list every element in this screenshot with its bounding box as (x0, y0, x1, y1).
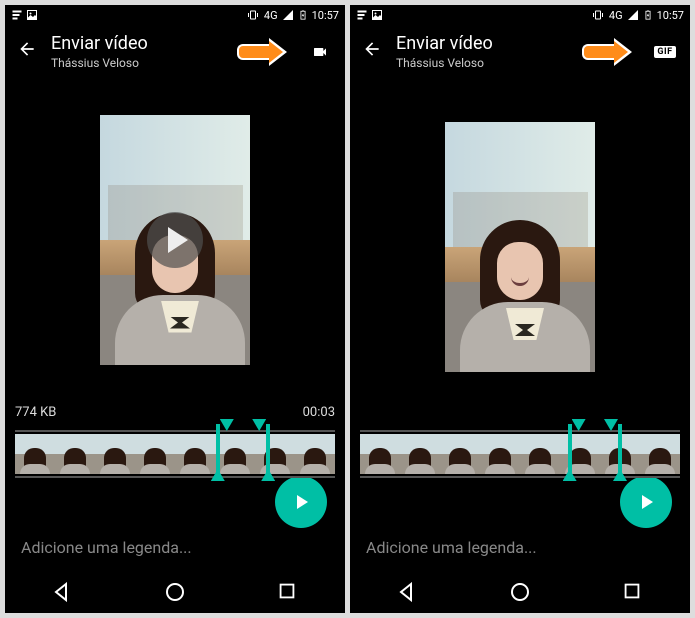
vibrate-icon (246, 9, 260, 21)
recipient-name: Thássius Veloso (51, 56, 223, 70)
nav-recents[interactable] (621, 580, 645, 604)
timeline-thumb[interactable] (295, 434, 335, 474)
page-title: Enviar vídeo (51, 33, 223, 54)
tutorial-pointer-arrow (582, 39, 634, 65)
back-button[interactable] (362, 39, 382, 64)
network-label: 4G (264, 9, 278, 22)
video-mode-toggle[interactable] (307, 43, 333, 61)
header: Enviar vídeo Thássius Veloso GIF (350, 25, 690, 78)
caption-input[interactable]: Adicione uma legenda... (350, 528, 690, 571)
timeline-thumb[interactable] (55, 434, 95, 474)
timeline-thumb[interactable] (15, 434, 55, 474)
signal-icon (627, 9, 639, 21)
android-nav-bar (350, 571, 690, 613)
send-button[interactable] (620, 476, 672, 528)
duration: 00:03 (303, 405, 335, 420)
caption-input[interactable]: Adicione uma legenda... (5, 528, 345, 571)
status-bar: 4G 10:57 (5, 5, 345, 25)
phone-left: 4G 10:57 Enviar vídeo Thássius Veloso (5, 5, 345, 613)
video-preview[interactable] (350, 78, 690, 416)
gif-mode-toggle[interactable]: GIF (652, 43, 678, 61)
header: Enviar vídeo Thássius Veloso (5, 25, 345, 78)
tutorial-pointer-arrow (237, 39, 289, 65)
send-button[interactable] (275, 476, 327, 528)
phone-right: 4G 10:57 Enviar vídeo Thássius Veloso GI… (350, 5, 690, 613)
image-notification-icon (26, 9, 38, 21)
timeline-thumb[interactable] (255, 434, 295, 474)
file-size: 774 KB (15, 405, 56, 420)
notification-icon (11, 9, 23, 21)
battery-charging-icon (643, 8, 653, 22)
trim-timeline[interactable] (350, 424, 690, 482)
nav-recents[interactable] (276, 580, 300, 604)
nav-home[interactable] (508, 580, 532, 604)
signal-icon (282, 9, 294, 21)
timeline-thumb[interactable] (135, 434, 175, 474)
recipient-name: Thássius Veloso (396, 56, 568, 70)
clock: 10:57 (312, 9, 339, 22)
image-notification-icon (371, 9, 383, 21)
timeline-thumb[interactable] (600, 434, 640, 474)
nav-back[interactable] (395, 580, 419, 604)
network-label: 4G (609, 9, 623, 22)
timeline-thumb[interactable] (400, 434, 440, 474)
nav-home[interactable] (163, 580, 187, 604)
timeline-thumb[interactable] (640, 434, 680, 474)
battery-charging-icon (298, 8, 308, 22)
timeline-thumb[interactable] (520, 434, 560, 474)
timeline-thumb[interactable] (480, 434, 520, 474)
back-button[interactable] (17, 39, 37, 64)
timeline-thumb[interactable] (440, 434, 480, 474)
status-bar: 4G 10:57 (350, 5, 690, 25)
timeline-thumb[interactable] (360, 434, 400, 474)
video-preview[interactable] (5, 78, 345, 401)
timeline-thumb[interactable] (95, 434, 135, 474)
vibrate-icon (591, 9, 605, 21)
play-button[interactable] (147, 212, 203, 268)
timeline-thumb[interactable] (560, 434, 600, 474)
timeline-thumb[interactable] (215, 434, 255, 474)
notification-icon (356, 9, 368, 21)
video-info (350, 416, 690, 424)
video-info: 774 KB 00:03 (5, 401, 345, 424)
clock: 10:57 (657, 9, 684, 22)
android-nav-bar (5, 571, 345, 613)
nav-back[interactable] (50, 580, 74, 604)
trim-timeline[interactable] (5, 424, 345, 482)
timeline-thumb[interactable] (175, 434, 215, 474)
gif-badge: GIF (654, 46, 675, 58)
page-title: Enviar vídeo (396, 33, 568, 54)
